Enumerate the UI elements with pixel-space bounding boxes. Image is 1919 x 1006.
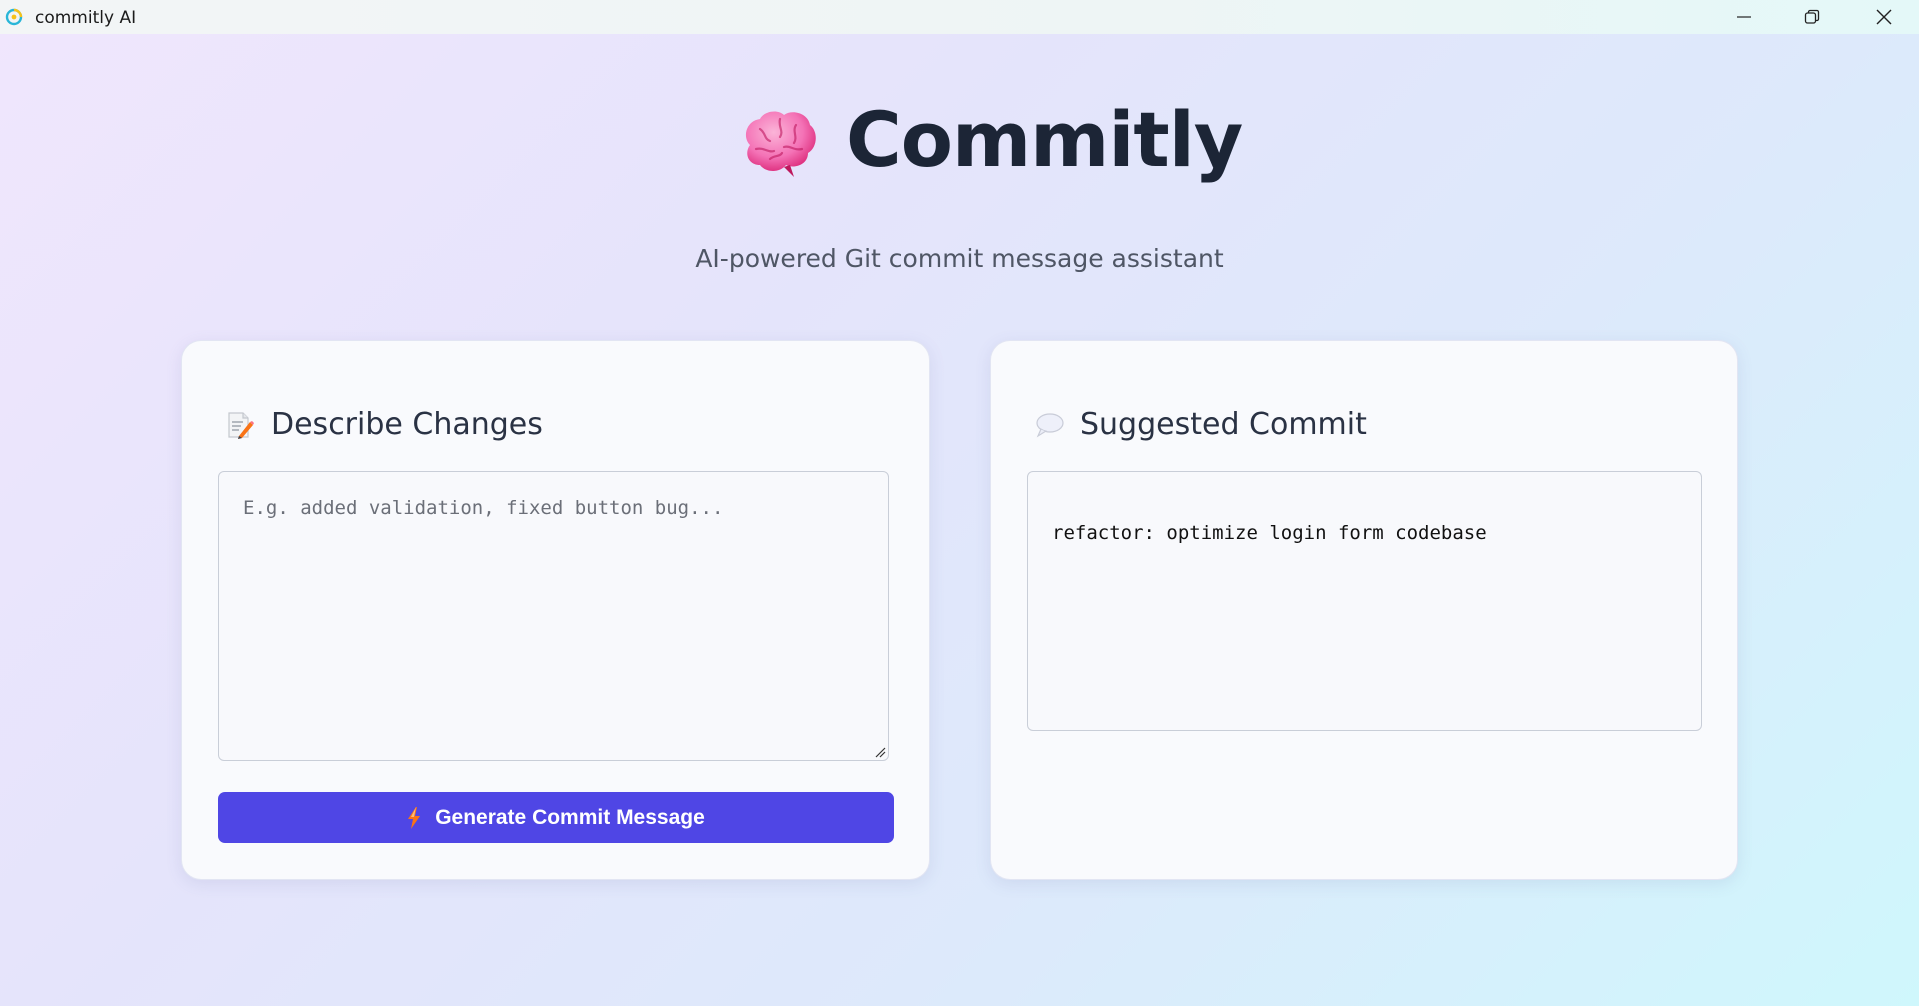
restore-button[interactable] — [1778, 0, 1846, 34]
window-titlebar: commitly AI — [0, 0, 1919, 34]
app-title: Commitly — [846, 95, 1243, 184]
describe-changes-title: Describe Changes — [271, 407, 543, 442]
suggested-commit-title: Suggested Commit — [1080, 407, 1367, 442]
suggested-commit-card: Suggested Commit refactor: optimize logi… — [990, 340, 1738, 880]
resize-grip-icon[interactable] — [874, 746, 886, 758]
restore-icon — [1804, 9, 1820, 24]
generate-commit-label: Generate Commit Message — [435, 805, 705, 829]
window-title: commitly AI — [35, 8, 137, 28]
commit-output-text[interactable]: refactor: optimize login form codebase — [1052, 522, 1487, 544]
app-subtitle: AI-powered Git commit message assistant — [0, 244, 1919, 273]
changes-input-container — [218, 471, 889, 761]
suggested-commit-heading: Suggested Commit — [1034, 407, 1367, 442]
brain-icon — [745, 111, 816, 177]
app-logo-icon — [5, 8, 23, 26]
lightning-icon — [408, 806, 421, 829]
describe-changes-card: Describe Changes Generate Commit Message — [181, 340, 930, 880]
commit-output[interactable]: refactor: optimize login form codebase — [1027, 471, 1702, 731]
subtitle-text: AI-powered Git commit message assistant — [695, 244, 1224, 273]
describe-changes-heading: Describe Changes — [225, 407, 543, 442]
minimize-button[interactable] — [1710, 0, 1778, 34]
generate-commit-button[interactable]: Generate Commit Message — [218, 792, 894, 843]
changes-input[interactable] — [219, 472, 888, 760]
speech-bubble-icon — [1036, 412, 1064, 438]
close-button[interactable] — [1850, 0, 1918, 34]
close-icon — [1876, 9, 1892, 25]
memo-icon — [228, 411, 254, 439]
minimize-icon — [1737, 16, 1751, 18]
